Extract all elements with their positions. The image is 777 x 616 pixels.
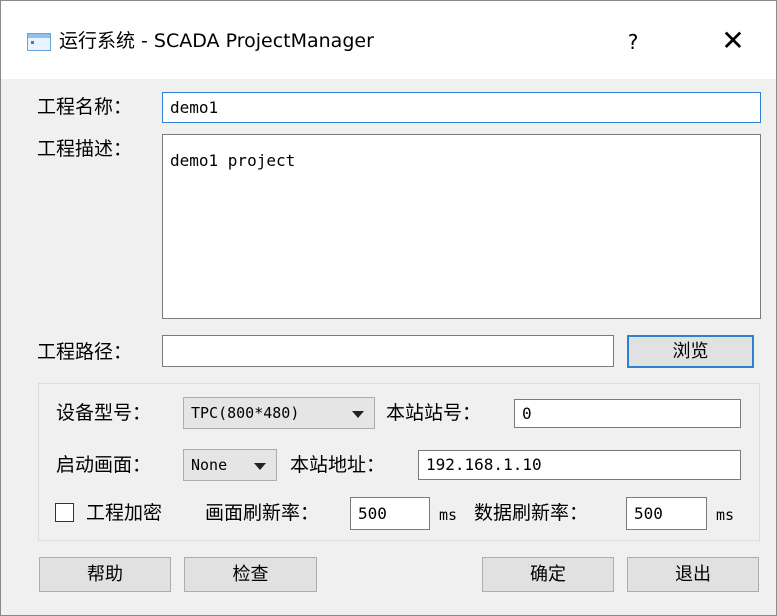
device-model-value: TPC(800*480) bbox=[191, 404, 300, 422]
project-desc-label: 工程描述： bbox=[37, 138, 133, 160]
station-addr-label: 本站地址： bbox=[290, 454, 386, 476]
screen-refresh-input[interactable]: 500 bbox=[350, 497, 430, 530]
screen-refresh-unit: ms bbox=[439, 506, 458, 524]
data-refresh-input[interactable]: 500 bbox=[626, 497, 707, 530]
help-button[interactable]: 帮助 bbox=[39, 557, 171, 592]
project-name-input[interactable]: demo1 bbox=[162, 92, 761, 123]
exit-button[interactable]: 退出 bbox=[627, 557, 759, 592]
chevron-down-icon bbox=[254, 463, 266, 470]
project-desc-textarea[interactable]: demo1 project bbox=[162, 134, 761, 319]
chevron-down-icon bbox=[352, 411, 364, 418]
check-button[interactable]: 检查 bbox=[184, 557, 317, 592]
ok-button[interactable]: 确定 bbox=[482, 557, 614, 592]
project-manager-dialog: 运行系统 - SCADA ProjectManager ? ✕ 工程名称： de… bbox=[0, 0, 777, 616]
data-refresh-label: 数据刷新率： bbox=[474, 502, 589, 524]
encrypt-label[interactable]: 工程加密 bbox=[86, 501, 162, 525]
screen-refresh-label: 画面刷新率： bbox=[205, 502, 320, 524]
project-path-input[interactable] bbox=[162, 335, 614, 367]
station-addr-input[interactable]: 192.168.1.10 bbox=[418, 450, 741, 480]
app-window-icon bbox=[27, 33, 51, 51]
close-icon[interactable]: ✕ bbox=[711, 23, 755, 59]
window-title: 运行系统 - SCADA ProjectManager bbox=[59, 30, 374, 52]
project-name-label: 工程名称： bbox=[37, 96, 133, 118]
encrypt-checkbox[interactable] bbox=[55, 503, 74, 522]
device-model-label: 设备型号： bbox=[56, 402, 152, 424]
start-screen-select[interactable]: None bbox=[183, 449, 277, 481]
station-no-input[interactable]: 0 bbox=[514, 399, 741, 428]
help-title-button[interactable]: ? bbox=[613, 27, 653, 57]
project-path-label: 工程路径： bbox=[37, 341, 133, 363]
start-screen-label: 启动画面： bbox=[56, 454, 152, 476]
browse-button[interactable]: 浏览 bbox=[627, 335, 754, 368]
device-model-select[interactable]: TPC(800*480) bbox=[183, 397, 375, 429]
station-no-label: 本站站号： bbox=[386, 402, 482, 424]
title-bar[interactable]: 运行系统 - SCADA ProjectManager ? ✕ bbox=[1, 1, 776, 79]
start-screen-value: None bbox=[191, 456, 228, 474]
data-refresh-unit: ms bbox=[716, 506, 735, 524]
